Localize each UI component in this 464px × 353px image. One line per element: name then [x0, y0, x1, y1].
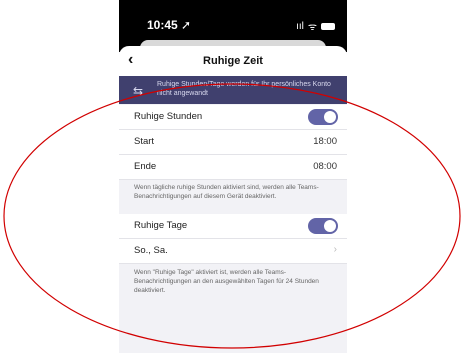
wifi-icon: ᯤ [307, 22, 317, 33]
page-title: Ruhige Zeit [203, 55, 263, 67]
annotation-ellipse [3, 83, 461, 349]
red-annotation-ellipse [3, 83, 461, 349]
status-icons: ııl ᯤ [296, 19, 335, 33]
status-time: 10:45 ➚ [147, 18, 192, 32]
signal-icon: ııl [296, 20, 304, 32]
battery-icon [321, 22, 335, 30]
nav-bar: ‹ Ruhige Zeit [119, 46, 347, 76]
